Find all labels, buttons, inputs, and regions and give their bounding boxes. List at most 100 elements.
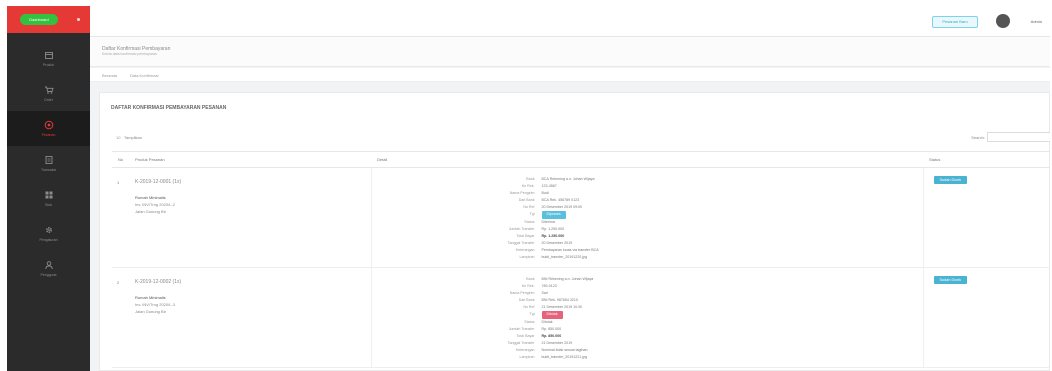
detail-key: Keterangan (515, 247, 535, 252)
product-line: Rumah Minimalis (135, 295, 166, 300)
detail-row: Status Diterima (372, 219, 923, 226)
status-cell: Sudah Dicek (923, 267, 1050, 368)
column-header-product[interactable]: Produk Pesanan (129, 151, 371, 168)
detail-row: Keterangan Pembayaran lunas via transfer … (372, 247, 923, 254)
detail-value: Diterima (541, 219, 555, 224)
sidebar-item-label: Transaksi (40, 168, 57, 172)
column-header-detail[interactable]: Detail (371, 151, 923, 168)
detail-row: Nama Pengirim Sari (372, 290, 923, 297)
search-input[interactable] (987, 132, 1050, 142)
avatar[interactable] (996, 14, 1010, 28)
detail-cell: Bank BNI Rekening a.n. Johan Wijaya Ke Rek… (371, 267, 924, 368)
status-cell: Sudah Dicek (923, 167, 1050, 268)
breadcrumb-current: Data Konfirmasi (130, 73, 159, 78)
sidebar-item-order[interactable]: Order (7, 76, 90, 111)
detail-value: Rp. 1.250.000 (541, 226, 565, 231)
detail-key: Tgl (529, 212, 535, 217)
detail-value: Sari (541, 291, 548, 296)
menu-toggle-icon[interactable] (77, 18, 80, 21)
sidebar-nav: Produk Order Pesanan Transaksi Stok Pengatura… (7, 33, 90, 286)
detail-value: BCA Rekening a.n. Johan Wijaya (541, 177, 595, 181)
detail-value: Nominal tidak sesuai tagihan (541, 347, 588, 352)
brand-logo[interactable]: Dashboard (20, 14, 58, 25)
product-line: Inv. INV/Trng 2020/L-2 (135, 202, 176, 207)
detail-key: Bank (526, 277, 535, 281)
detail-key: Nama Pengirim (509, 191, 535, 196)
detail-value: 20 Desember 2019 (541, 240, 573, 245)
detail-key: Tanggal Transfer (507, 240, 535, 245)
detail-value: 21 Desember 2019 10:30 (541, 305, 583, 310)
product-line: Jalan Gunung Bir (135, 209, 166, 214)
table-row: 2 K-2019-12-0002 (1x) Rumah Minimalis Inv. … (112, 267, 1050, 368)
detail-value: bukti_transfer_20191221.jpg (541, 355, 588, 360)
sidebar-item-transaksi[interactable]: Transaksi (7, 146, 90, 181)
column-header-no[interactable]: No (112, 151, 129, 168)
receipt-icon (44, 155, 54, 165)
content-panel: DAFTAR KONFIRMASI PEMBAYARAN PESANAN 10 … (99, 92, 1050, 371)
detail-key: Lampiran (519, 355, 535, 360)
detail-row: Total Bayar Rp. 850.000 (372, 333, 923, 340)
status-tag: Diproses (541, 211, 566, 219)
table-row: 1 K-2019-12-0001 (1x) Rumah Minimalis Inv. … (112, 167, 1050, 268)
detail-key: Bank (526, 177, 535, 181)
user-name[interactable]: Admin (1031, 19, 1042, 24)
detail-row: Tanggal Transfer 21 Desember 2019 (372, 340, 923, 347)
detail-row: Keterangan Nominal tidak sesuai tagihan (372, 347, 923, 354)
detail-value: Budi (541, 191, 549, 196)
detail-key: Total Bayar (516, 233, 535, 238)
show-entries-select[interactable]: 10 (116, 135, 120, 140)
detail-value: Ditolak (541, 319, 553, 324)
sidebar-item-pengguna[interactable]: Pengguna (7, 251, 90, 286)
row-number: 2 (112, 267, 129, 368)
search-label: Search: (971, 135, 985, 140)
status-badge[interactable]: Sudah Dicek (933, 276, 968, 284)
sidebar-item-label: Pengaturan (39, 238, 58, 242)
detail-value: BNI Rek. 987654 3210 (541, 298, 578, 303)
detail-cell: Bank BCA Rekening a.n. Johan Wijaya Ke Rek… (371, 167, 924, 268)
column-header-status[interactable]: Status (923, 151, 1050, 168)
detail-row: Tgl Diproses (372, 211, 923, 219)
table-body: 1 K-2019-12-0001 (1x) Rumah Minimalis Inv. … (112, 167, 1050, 368)
sidebar-item-label: Order (44, 98, 53, 102)
sidebar-item-produk[interactable]: Produk (7, 41, 90, 76)
product-line: Jalan Gunung Bir (135, 309, 166, 314)
sidebar-item-label: Pesanan (41, 133, 56, 137)
detail-value: Rp. 850.000 (541, 333, 562, 338)
detail-key: Tanggal Transfer (507, 340, 535, 345)
detail-row: Jumlah Transfer Rp. 850.000 (372, 326, 923, 333)
detail-key: Total Bayar (516, 333, 535, 338)
sidebar-item-stok[interactable]: Stok (7, 181, 90, 216)
detail-row: Nama Pengirim Budi (372, 190, 923, 197)
detail-value: 789-0123 (541, 284, 557, 289)
detail-value: Rp. 850.000 (541, 326, 562, 331)
detail-key: Dari Bank (518, 198, 535, 203)
detail-value: BNI Rekening a.n. Johan Wijaya (541, 277, 594, 281)
show-entries-label: Tampilkan (124, 135, 143, 140)
breadcrumb-home[interactable]: Beranda (102, 73, 117, 78)
detail-key: Tgl (529, 312, 535, 317)
status-badge[interactable]: Sudah Dicek (933, 176, 968, 184)
detail-row: Ke Rek. 789-0123 (372, 283, 923, 290)
sidebar-item-pengaturan[interactable]: Pengaturan (7, 216, 90, 251)
product-cell: K-2019-12-0001 (1x) Rumah Minimalis Inv. I… (129, 167, 372, 268)
new-order-button[interactable]: Pesanan Baru (932, 16, 978, 28)
breadcrumb: Beranda Data Konfirmasi (90, 68, 1050, 82)
row-number: 1 (112, 167, 129, 268)
detail-row: Bank BNI Rekening a.n. Johan Wijaya (372, 276, 923, 283)
box-icon (44, 50, 54, 60)
detail-key: Jumlah Transfer (508, 326, 535, 331)
sidebar-item-label: Stok (44, 203, 52, 207)
detail-row: Tanggal Transfer 20 Desember 2019 (372, 240, 923, 247)
cart-icon (44, 85, 54, 95)
sidebar-item-pesanan[interactable]: Pesanan (7, 111, 90, 146)
product-name[interactable]: K-2019-12-0002 (1x) (135, 279, 371, 285)
panel-title: DAFTAR KONFIRMASI PEMBAYARAN PESANAN (111, 105, 227, 111)
detail-row: Lampiran bukti_transfer_20191221.jpg (372, 354, 923, 361)
detail-row: Lampiran bukti_transfer_20191220.jpg (372, 254, 923, 261)
detail-key: Dari Bank (518, 298, 535, 303)
detail-row: No Ref 20 Desember 2019 09:00 (372, 204, 923, 211)
sidebar-item-label: Produk (42, 63, 55, 67)
detail-row: No Ref 21 Desember 2019 10:30 (372, 304, 923, 311)
product-name[interactable]: K-2019-12-0001 (1x) (135, 179, 371, 185)
detail-key: Keterangan (515, 347, 535, 352)
